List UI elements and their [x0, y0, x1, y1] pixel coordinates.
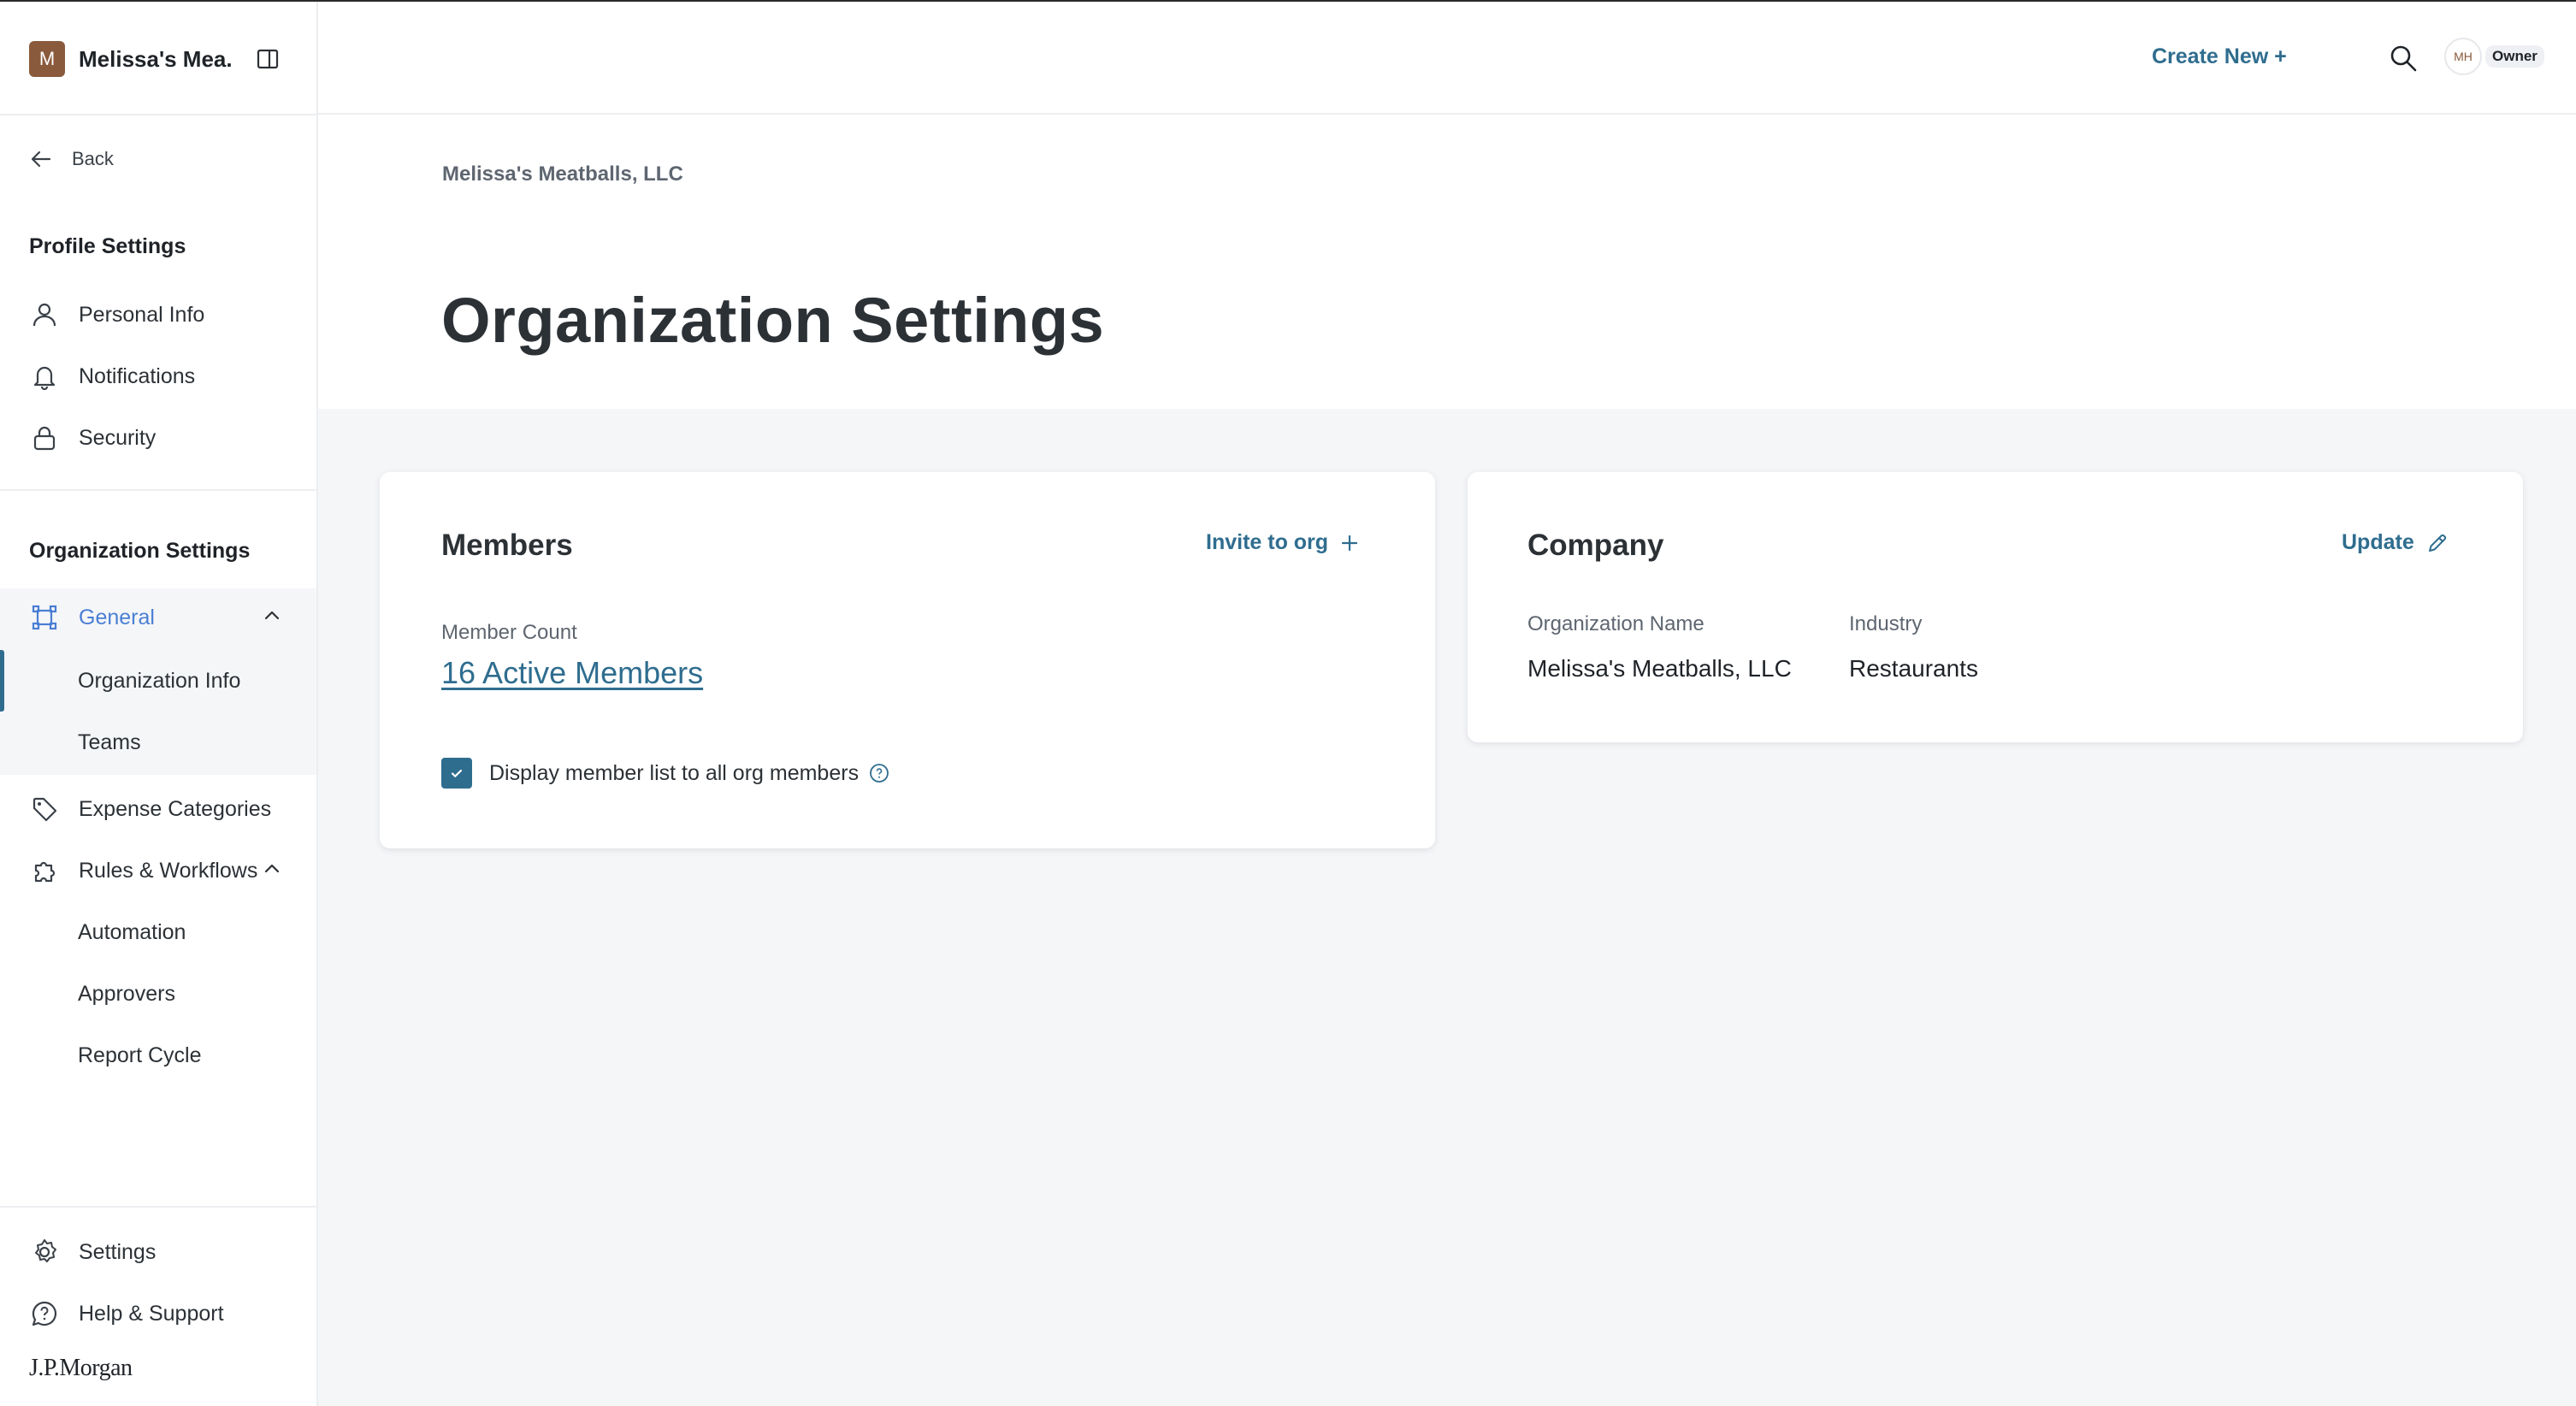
arrow-left-icon	[29, 147, 53, 171]
role-badge: Owner	[2485, 45, 2544, 68]
invite-to-org-button[interactable]: Invite to org	[1206, 530, 1359, 555]
sidebar-item-label: Help & Support	[79, 1301, 224, 1326]
puzzle-icon	[29, 855, 60, 886]
sidebar-item-teams[interactable]: Teams	[0, 712, 316, 773]
industry-value: Restaurants	[1849, 655, 1978, 682]
org-name-label: Organization Name	[1527, 612, 1705, 635]
sidebar-item-help-support[interactable]: Help & Support	[0, 1283, 316, 1344]
user-menu[interactable]: MH Owner	[2444, 38, 2544, 75]
person-icon	[29, 299, 60, 330]
organization-settings-heading: Organization Settings	[29, 539, 251, 563]
sidebar-item-general[interactable]: General	[0, 587, 316, 648]
company-card: Company Update Organization Name Melissa…	[1468, 472, 2523, 742]
app-window: M Melissa's Mea... Back Profile Settings…	[0, 0, 2576, 1406]
org-switcher[interactable]: M Melissa's Mea...	[29, 41, 233, 77]
sidebar-item-label: Rules & Workflows	[79, 858, 258, 883]
sidebar-item-expense-categories[interactable]: Expense Categories	[0, 778, 316, 840]
display-member-list-checkbox[interactable]	[441, 758, 472, 789]
tag-icon	[29, 794, 60, 824]
building-icon	[29, 602, 60, 633]
sidebar-item-notifications[interactable]: Notifications	[0, 346, 316, 407]
page-header: Melissa's Meatballs, LLC Organization Se…	[318, 116, 2576, 409]
sidebar-item-label: General	[79, 605, 155, 629]
sidebar-divider	[0, 1206, 316, 1208]
active-members-link[interactable]: 16 Active Members	[441, 655, 703, 691]
sidebar-item-label: Personal Info	[79, 302, 205, 327]
checkmark-icon	[451, 769, 463, 777]
sidebar-collapse-icon[interactable]	[255, 46, 281, 72]
sidebar-item-label: Security	[79, 425, 157, 450]
members-card-title: Members	[441, 529, 573, 562]
breadcrumb[interactable]: Melissa's Meatballs, LLC	[442, 162, 683, 186]
create-new-button[interactable]: Create New +	[2152, 44, 2287, 69]
sidebar-item-rules-workflows[interactable]: Rules & Workflows	[0, 840, 316, 901]
checkbox-label: Display member list to all org members	[489, 760, 860, 785]
update-label: Update	[2342, 530, 2414, 554]
chevron-up-icon[interactable]	[262, 859, 282, 879]
update-company-button[interactable]: Update	[2342, 530, 2449, 555]
sidebar-divider	[0, 114, 316, 115]
sidebar-item-label: Settings	[79, 1239, 157, 1264]
page-title: Organization Settings	[441, 285, 1105, 356]
bell-icon	[29, 361, 60, 392]
company-card-title: Company	[1527, 529, 1664, 562]
lock-icon	[29, 422, 60, 453]
sidebar-item-security[interactable]: Security	[0, 407, 316, 469]
back-label: Back	[72, 148, 114, 169]
org-name: Melissa's Mea...	[79, 45, 233, 72]
sidebar-item-report-cycle[interactable]: Report Cycle	[0, 1025, 316, 1086]
invite-label: Invite to org	[1206, 530, 1329, 554]
gear-icon	[29, 1237, 60, 1267]
sidebar-item-approvers[interactable]: Approvers	[0, 963, 316, 1025]
plus-icon	[1340, 534, 1359, 552]
profile-settings-heading: Profile Settings	[29, 234, 186, 258]
sidebar-item-automation[interactable]: Automation	[0, 901, 316, 963]
sidebar-item-label: Notifications	[79, 363, 196, 388]
org-avatar: M	[29, 41, 65, 77]
sidebar-item-personal-info[interactable]: Personal Info	[0, 284, 316, 346]
pencil-icon	[2426, 532, 2449, 554]
sidebar-item-label: Expense Categories	[79, 796, 272, 821]
chevron-up-icon[interactable]	[262, 606, 282, 626]
member-count-label: Member Count	[441, 621, 577, 644]
sidebar: M Melissa's Mea... Back Profile Settings…	[0, 2, 318, 1406]
sidebar-divider	[0, 489, 316, 491]
back-link[interactable]: Back	[29, 144, 114, 174]
sidebar-item-settings[interactable]: Settings	[0, 1221, 316, 1283]
members-card: Members Invite to org Member Count 16 Ac…	[380, 472, 1435, 848]
help-circle-icon[interactable]	[869, 763, 889, 783]
sidebar-item-organization-info[interactable]: Organization Info	[0, 650, 316, 712]
avatar: MH	[2444, 38, 2482, 75]
org-name-value: Melissa's Meatballs, LLC	[1527, 655, 1792, 682]
industry-label: Industry	[1849, 612, 1923, 635]
help-chat-icon	[29, 1298, 60, 1329]
search-icon[interactable]	[2386, 41, 2420, 75]
display-member-list-option: Display member list to all org members	[441, 758, 889, 789]
jpmorgan-logo: J.P.Morgan	[29, 1355, 133, 1381]
